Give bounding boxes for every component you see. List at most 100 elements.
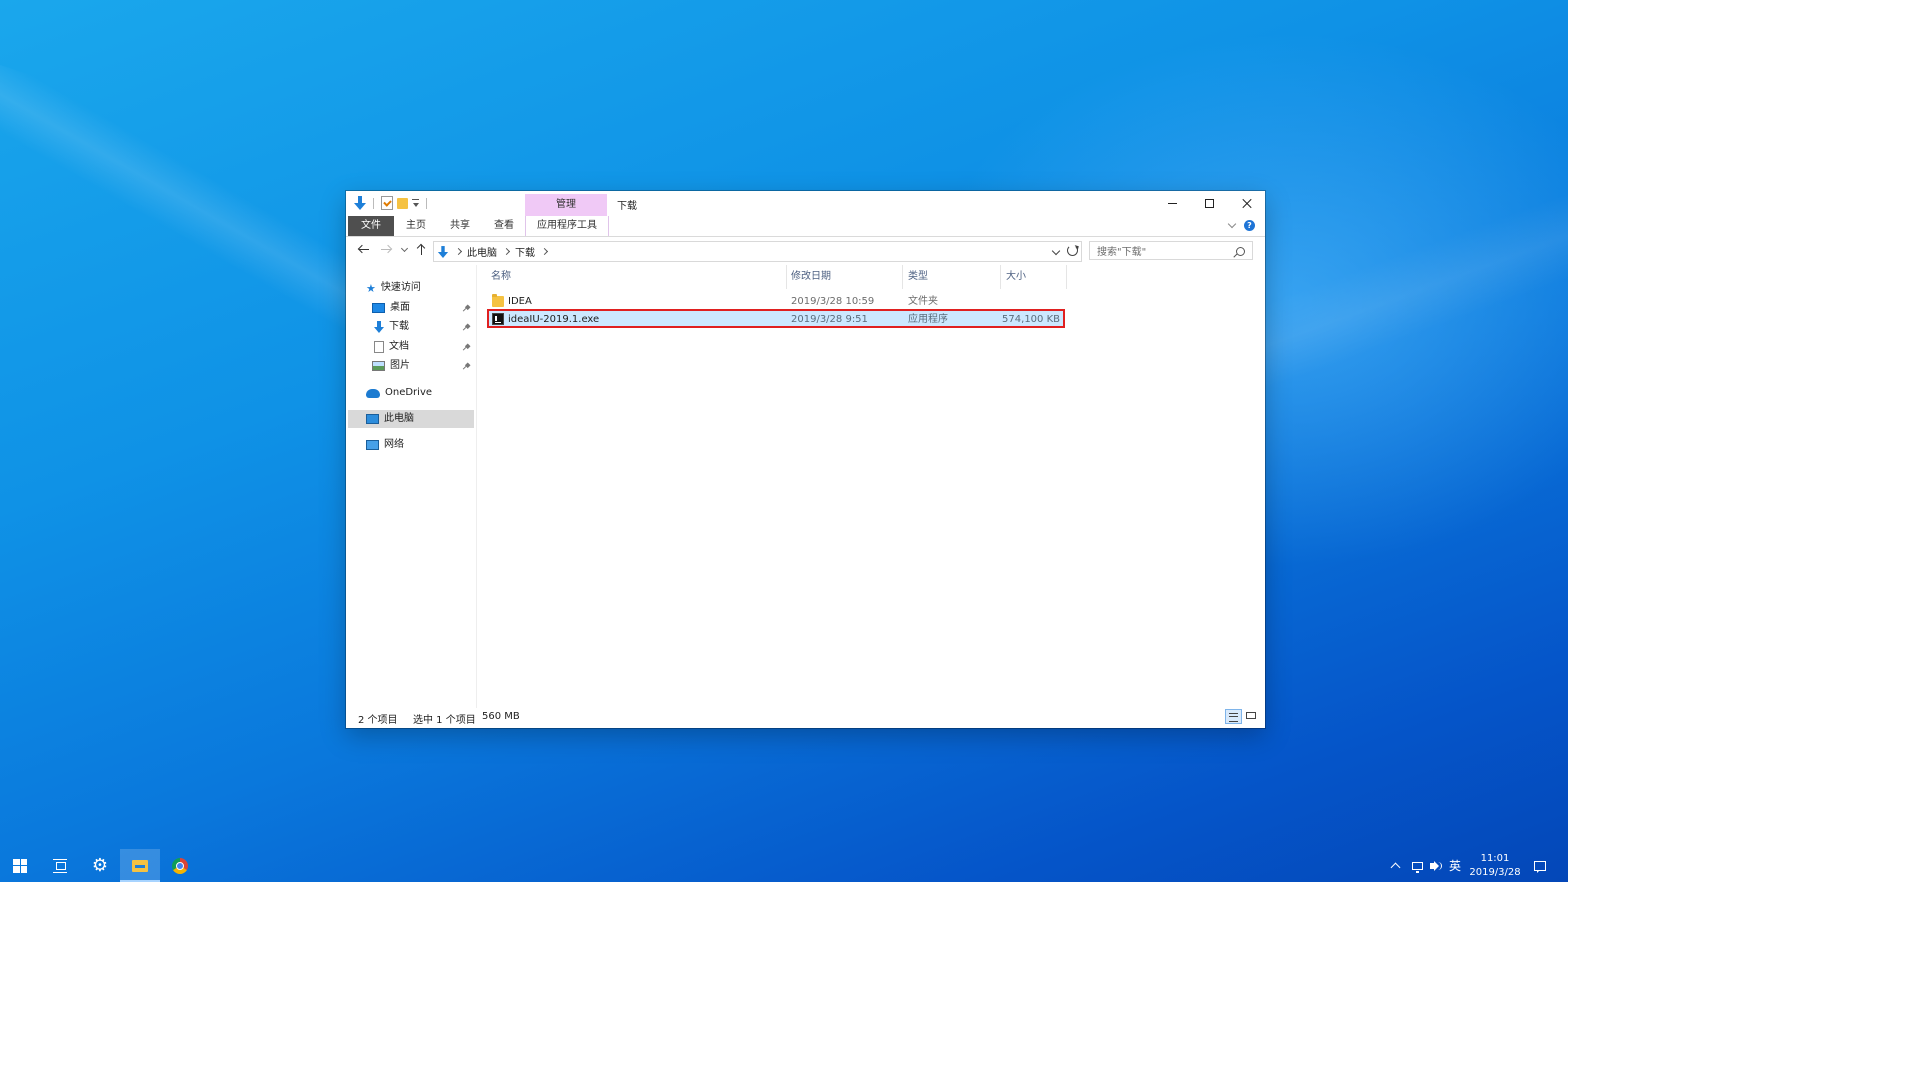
- manage-context-header: 管理: [525, 194, 607, 216]
- properties-icon[interactable]: [381, 196, 393, 210]
- downloads-icon: [374, 321, 384, 333]
- nav-onedrive-label: OneDrive: [385, 387, 433, 398]
- clock-time: 11:01: [1480, 852, 1510, 864]
- nav-downloads-label: 下载: [389, 321, 409, 332]
- tab-share[interactable]: 共享: [438, 216, 482, 236]
- nav-quick-access-label: 快速访问: [380, 282, 421, 293]
- network-tray-button[interactable]: [1412, 849, 1423, 882]
- action-center-button[interactable]: [1534, 849, 1546, 882]
- nav-pictures[interactable]: 图片: [372, 357, 410, 375]
- status-bar: 2 个项目 选中 1 个项目 560 MB: [346, 708, 1265, 728]
- navigation-pane: ★ 快速访问 桌面 下载 文档 图片 OneDrive 此电脑 网络: [346, 265, 477, 708]
- new-folder-icon[interactable]: [397, 197, 408, 209]
- status-selection-size: 560 MB: [482, 711, 520, 722]
- column-header-name[interactable]: 名称: [491, 265, 511, 289]
- large-icons-view-button[interactable]: [1243, 709, 1260, 724]
- column-separator[interactable]: [902, 265, 903, 289]
- search-input[interactable]: 搜索"下载": [1089, 241, 1253, 260]
- nav-this-pc-label: 此电脑: [384, 413, 414, 424]
- breadcrumb-separator-icon[interactable]: [540, 247, 549, 256]
- close-button[interactable]: [1228, 191, 1265, 216]
- chrome-taskbar-button[interactable]: [160, 849, 200, 882]
- address-dropdown-icon[interactable]: [1051, 246, 1061, 256]
- nav-documents-label: 文档: [389, 341, 409, 352]
- pin-icon: [463, 343, 471, 351]
- nav-documents[interactable]: 文档: [374, 338, 409, 356]
- clock-date: 2019/3/28: [1469, 866, 1521, 878]
- tab-view[interactable]: 查看: [482, 216, 526, 236]
- arrow-up-icon: [416, 244, 428, 256]
- volume-icon: [1430, 860, 1439, 871]
- title-bar: 管理 下载: [346, 191, 1265, 216]
- breadcrumb-separator-icon[interactable]: [454, 247, 463, 256]
- file-name: IDEA: [508, 296, 532, 307]
- expand-ribbon-icon[interactable]: [1227, 219, 1237, 229]
- large-icons-view-icon: [1246, 712, 1256, 719]
- refresh-button[interactable]: [1065, 241, 1080, 260]
- refresh-icon: [1067, 245, 1078, 256]
- settings-taskbar-button[interactable]: ⚙: [80, 849, 120, 882]
- search-icon: [1236, 247, 1245, 256]
- windows-logo-icon: [13, 858, 27, 873]
- chrome-icon: [172, 857, 188, 874]
- column-header-type[interactable]: 类型: [908, 265, 928, 289]
- address-bar-row: 此电脑 下载 搜索"下载": [346, 239, 1265, 263]
- tab-file[interactable]: 文件: [348, 216, 394, 236]
- nav-downloads[interactable]: 下载: [374, 318, 409, 336]
- taskbar: ⚙ 英 11:01 2019/3/28: [0, 849, 1568, 882]
- help-icon[interactable]: ?: [1244, 220, 1255, 231]
- show-hidden-icons-button[interactable]: [1390, 849, 1401, 882]
- file-explorer-taskbar-button[interactable]: [120, 849, 160, 882]
- details-view-icon: [1229, 713, 1238, 722]
- forward-button[interactable]: [380, 244, 392, 256]
- downloads-folder-icon: [354, 196, 366, 210]
- column-separator[interactable]: [786, 265, 787, 289]
- nav-onedrive[interactable]: OneDrive: [366, 384, 432, 402]
- start-button[interactable]: [0, 849, 40, 882]
- minimize-button[interactable]: [1154, 191, 1191, 216]
- nav-pictures-label: 图片: [390, 360, 410, 371]
- window-controls: [1154, 191, 1265, 216]
- nav-network[interactable]: 网络: [366, 436, 404, 454]
- window-title: 下载: [617, 201, 637, 212]
- address-box[interactable]: 此电脑 下载: [433, 241, 1082, 262]
- file-date: 2019/3/28 10:59: [791, 296, 875, 307]
- ribbon-right-controls: ?: [1227, 219, 1255, 231]
- pin-icon: [463, 304, 471, 312]
- recent-locations-button[interactable]: [400, 244, 409, 253]
- document-icon: [374, 341, 384, 353]
- ime-indicator[interactable]: 英: [1449, 849, 1461, 882]
- computer-icon: [366, 414, 379, 424]
- onedrive-cloud-icon: [366, 388, 380, 398]
- nav-network-label: 网络: [384, 439, 404, 450]
- nav-desktop[interactable]: 桌面: [372, 299, 410, 317]
- breadcrumb-this-pc[interactable]: 此电脑: [467, 244, 497, 259]
- annotation-highlight-box: [487, 309, 1065, 328]
- column-separator[interactable]: [1066, 265, 1067, 289]
- back-button[interactable]: [358, 244, 370, 256]
- file-explorer-window: 管理 下载 文件 主页 共享 查看 应用程序工具 ? 此电脑 下载 搜索"下载"…: [346, 191, 1265, 728]
- network-tray-icon: [1412, 861, 1423, 873]
- file-row-idea-folder[interactable]: IDEA 2019/3/28 10:59 文件夹: [487, 293, 1065, 310]
- maximize-button[interactable]: [1191, 191, 1228, 216]
- clock[interactable]: 11:01 2019/3/28: [1466, 849, 1524, 882]
- gear-icon: ⚙: [91, 854, 109, 876]
- breadcrumb-downloads[interactable]: 下载: [515, 244, 535, 259]
- arrow-left-icon: [358, 244, 370, 256]
- column-separator[interactable]: [1000, 265, 1001, 289]
- column-header-size[interactable]: 大小: [1006, 265, 1026, 289]
- column-header-date[interactable]: 修改日期: [791, 265, 831, 289]
- content-area: ★ 快速访问 桌面 下载 文档 图片 OneDrive 此电脑 网络 名称 修改…: [346, 265, 1265, 708]
- ribbon-tabs: 文件 主页 共享 查看 应用程序工具: [346, 216, 1265, 237]
- file-list-pane: 名称 修改日期 类型 大小 IDEA 2019/3/28 10:59 文件夹 i…: [477, 265, 1265, 708]
- task-view-button[interactable]: [40, 849, 80, 882]
- nav-quick-access[interactable]: ★ 快速访问: [366, 279, 421, 297]
- tab-home[interactable]: 主页: [394, 216, 438, 236]
- volume-tray-button[interactable]: [1430, 849, 1442, 882]
- tab-application-tools[interactable]: 应用程序工具: [525, 216, 609, 236]
- details-view-button[interactable]: [1225, 709, 1242, 724]
- customize-qat-icon[interactable]: [412, 199, 419, 207]
- breadcrumb-separator-icon[interactable]: [502, 247, 511, 256]
- up-button[interactable]: [416, 244, 428, 256]
- nav-this-pc[interactable]: 此电脑: [348, 410, 474, 428]
